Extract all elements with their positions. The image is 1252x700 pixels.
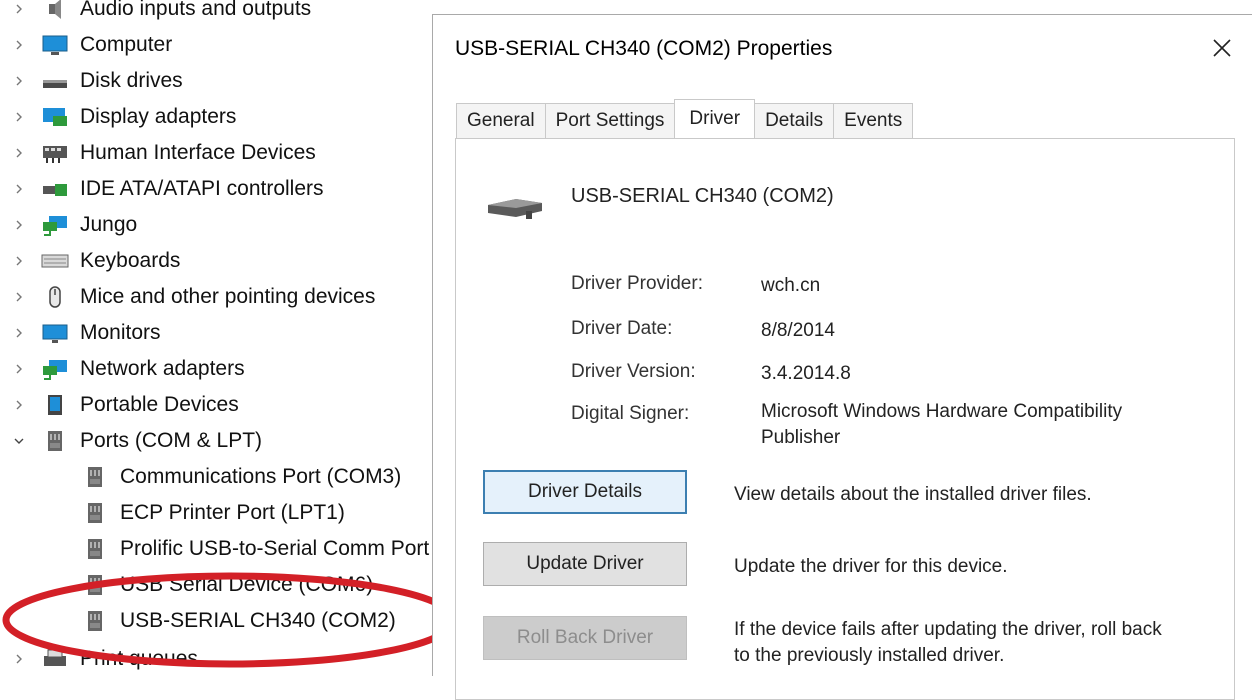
tab-driver[interactable]: Driver [674,99,756,138]
driver-provider-label: Driver Provider: [571,273,703,294]
tree-item-disk-drives[interactable]: Disk drives [0,64,183,98]
driver-details-button[interactable]: Driver Details [483,470,687,514]
chevron-right-icon[interactable] [12,38,26,52]
tree-item-label: Ports (COM & LPT) [80,429,263,452]
tab-details[interactable]: Details [754,103,835,138]
digital-signer-value: Microsoft Windows Hardware Compatibility… [761,401,1123,448]
network-icon [40,358,70,380]
monitor-icon [40,322,70,344]
driver-provider-value: wch.cn [761,275,821,296]
tree-item-hid[interactable]: Human Interface Devices [0,136,316,170]
tree-item-label: Jungo [80,213,138,236]
tree-item-computer[interactable]: Computer [0,28,172,62]
dialog-title: USB-SERIAL CH340 (COM2) Properties [455,37,833,60]
device-name: USB-SERIAL CH340 (COM2) [571,185,834,207]
chevron-right-icon[interactable] [12,362,26,376]
tree-item-label: ECP Printer Port (LPT1) [120,501,345,524]
chevron-right-icon[interactable] [12,182,26,196]
serial-cable-icon [488,199,542,219]
properties-dialog: USB-SERIAL CH340 (COM2) Properties Gener… [432,14,1252,700]
disk-drive-icon [40,70,70,92]
tree-item-ports[interactable]: Ports (COM & LPT) [0,424,262,458]
driver-panel: USB-SERIAL CH340 (COM2) Driver Provider:… [455,138,1235,700]
hid-icon [40,142,70,164]
tree-item-label: Monitors [80,321,161,344]
update-driver-description: Update the driver for this device. [734,556,1008,577]
tree-item-label: Communications Port (COM3) [120,465,402,488]
portable-device-icon [40,394,70,416]
port-icon [84,502,106,524]
port-icon [40,430,70,452]
speaker-icon [40,0,70,20]
roll-back-driver-button[interactable]: Roll Back Driver [483,616,687,660]
update-driver-button[interactable]: Update Driver [483,542,687,586]
chevron-right-icon[interactable] [12,110,26,124]
tree-item-label: Prolific USB-to-Serial Comm Port [120,537,430,560]
ide-controller-icon [40,178,70,200]
tree-item-label: IDE ATA/ATAPI controllers [80,177,324,200]
tree-item-label: Disk drives [80,69,183,92]
mouse-icon [40,286,70,308]
tree-item-label: Audio inputs and outputs [80,0,312,20]
tree-item-ecp-printer-port[interactable]: ECP Printer Port (LPT1) [84,496,345,530]
tree-item-jungo[interactable]: Jungo [0,208,137,242]
tree-item-mice[interactable]: Mice and other pointing devices [0,280,375,314]
tree-item-ch340[interactable]: USB-SERIAL CH340 (COM2) [84,604,396,638]
close-button[interactable] [1207,33,1237,63]
tree-item-label: Keyboards [80,249,181,272]
network-icon [40,214,70,236]
tree-item-label: Portable Devices [80,393,239,416]
tree-item-label: Human Interface Devices [80,141,316,164]
chevron-right-icon[interactable] [12,652,26,666]
tab-events[interactable]: Events [833,103,914,138]
tree-item-keyboards[interactable]: Keyboards [0,244,180,278]
digital-signer-label: Digital Signer: [571,403,690,424]
chevron-right-icon[interactable] [12,254,26,268]
port-icon [84,610,106,632]
chevron-right-icon[interactable] [12,398,26,412]
tree-item-network-adapters[interactable]: Network adapters [0,352,245,386]
tree-item-label: Display adapters [80,105,237,128]
monitor-icon [40,34,70,56]
tab-general[interactable]: General [456,103,546,138]
tree-item-label: USB-SERIAL CH340 (COM2) [120,609,396,632]
tree-item-prolific[interactable]: Prolific USB-to-Serial Comm Port [84,532,429,566]
tree-item-print-queues[interactable]: Print queues [0,642,198,675]
tree-item-label: Print queues [80,647,198,670]
chevron-right-icon[interactable] [12,146,26,160]
tree-item-portable-devices[interactable]: Portable Devices [0,388,239,422]
tree-item-ide[interactable]: IDE ATA/ATAPI controllers [0,172,324,206]
chevron-right-icon[interactable] [12,290,26,304]
port-icon [84,574,106,596]
printer-icon [40,648,70,670]
tree-item-label: Network adapters [80,357,245,380]
chevron-right-icon[interactable] [12,2,26,16]
chevron-right-icon[interactable] [12,218,26,232]
driver-details-description: View details about the installed driver … [734,484,1092,505]
tab-bar: General Port Settings Driver Details Eve… [456,99,914,139]
keyboard-icon [40,250,70,272]
tree-item-audio[interactable]: Audio inputs and outputs [0,0,311,26]
driver-version-label: Driver Version: [571,361,696,382]
device-tree: Audio inputs and outputs Computer Disk d… [0,0,440,675]
chevron-right-icon[interactable] [12,74,26,88]
port-icon [84,466,106,488]
tree-item-label: Mice and other pointing devices [80,285,376,308]
tree-item-monitors[interactable]: Monitors [0,316,161,350]
close-icon [1213,39,1231,57]
tree-item-display-adapters[interactable]: Display adapters [0,100,236,134]
tree-item-comm-port[interactable]: Communications Port (COM3) [84,460,401,494]
port-icon [84,538,106,560]
tree-item-label: Computer [80,33,173,56]
driver-date-label: Driver Date: [571,318,673,339]
chevron-down-icon[interactable] [12,434,26,448]
chevron-right-icon[interactable] [12,326,26,340]
tab-port-settings[interactable]: Port Settings [544,103,676,138]
driver-version-value: 3.4.2014.8 [761,363,851,384]
tree-item-label: USB Serial Device (COM6) [120,573,374,596]
display-adapter-icon [40,106,70,128]
driver-date-value: 8/8/2014 [761,320,835,341]
roll-back-driver-description: If the device fails after updating the d… [734,619,1162,666]
tree-item-usb-serial-device[interactable]: USB Serial Device (COM6) [84,568,373,602]
